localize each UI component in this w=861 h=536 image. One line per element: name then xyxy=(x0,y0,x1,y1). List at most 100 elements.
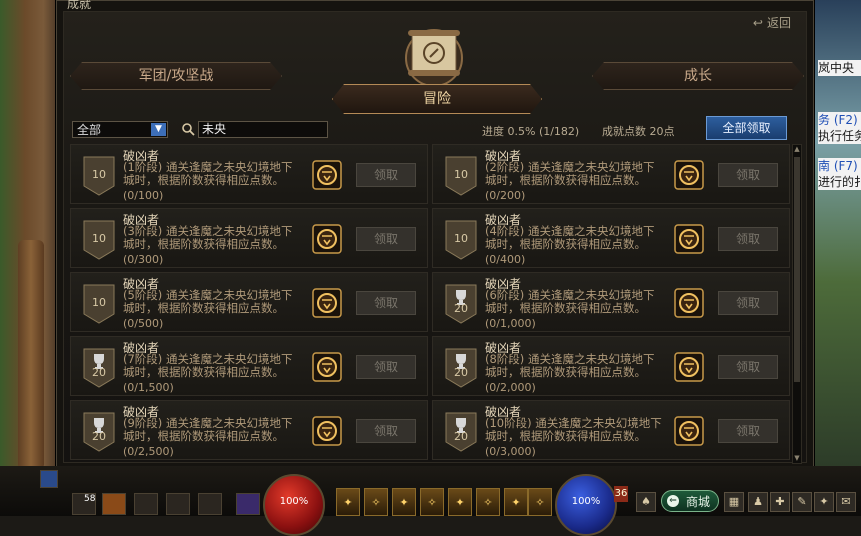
achievement-desc: (5阶段) 通关逢魔之未央幻境地下城时，根据阶数获得相应点数。 xyxy=(123,288,293,315)
side-panel-text[interactable]: 岚中央 xyxy=(818,60,861,76)
badge-points: 20 xyxy=(454,366,468,379)
skill-slot[interactable]: ✧ xyxy=(364,488,388,516)
achievement-desc: (9阶段) 通关逢魔之未央幻境地下城时，根据阶数获得相应点数。 xyxy=(123,416,293,443)
shop-button[interactable]: ⇐ 商城 xyxy=(661,490,719,512)
badge-points: 10 xyxy=(92,168,106,181)
reward-emblem-icon[interactable] xyxy=(674,352,704,382)
reward-emblem-icon[interactable] xyxy=(674,224,704,254)
side-panel-text[interactable]: 务 (F2) xyxy=(818,112,861,128)
level-badge: 36 xyxy=(614,486,628,502)
achievement-desc: (8阶段) 通关逢魔之未央幻境地下城时，根据阶数获得相应点数。 xyxy=(485,352,655,379)
mp-orb: 100% xyxy=(555,474,617,536)
skill-slot[interactable]: ✦ xyxy=(392,488,416,516)
item-slot[interactable] xyxy=(198,493,222,515)
claim-button[interactable]: 领取 xyxy=(718,419,778,443)
grid-menu-icon[interactable]: ▦ xyxy=(724,492,744,512)
hp-text: 100% xyxy=(279,496,309,507)
achievement-desc: (7阶段) 通关逢魔之未央幻境地下城时，根据阶数获得相应点数。 xyxy=(123,352,293,379)
achievement-count: (0/2,500) xyxy=(123,445,174,458)
achievement-count: (0/200) xyxy=(485,189,526,202)
item-slot[interactable] xyxy=(134,493,158,515)
achievement-list: 10 破凶者 (1阶段) 通关逢魔之未央幻境地下城时，根据阶数获得相应点数。 (0/1… xyxy=(70,144,790,464)
achievement-count: (0/300) xyxy=(123,253,164,266)
claim-button[interactable]: 领取 xyxy=(356,419,416,443)
claim-button[interactable]: 领取 xyxy=(356,291,416,315)
achievement-count: (0/3,000) xyxy=(485,445,536,458)
skill-book-icon[interactable]: ✎ xyxy=(792,492,812,512)
scroll-emblem-icon xyxy=(405,29,463,87)
badge-points: 10 xyxy=(454,168,468,181)
skill-slot[interactable]: ✦ xyxy=(336,488,360,516)
side-panel-text[interactable]: 执行任务 xyxy=(818,128,861,144)
progress-text: 进度 0.5% (1/182) xyxy=(482,125,580,138)
side-panel-text[interactable]: 进行的扌 xyxy=(818,174,861,190)
bag-icon[interactable]: ✚ xyxy=(770,492,790,512)
skill-slot[interactable]: ✦ xyxy=(448,488,472,516)
achievement-desc: (3阶段) 通关逢魔之未央幻境地下城时，根据阶数获得相应点数。 xyxy=(123,224,293,251)
item-slot[interactable] xyxy=(236,493,260,515)
achievement-card: 10 破凶者 (2阶段) 通关逢魔之未央幻境地下城时，根据阶数获得相应点数。 (0/2… xyxy=(432,144,790,204)
skill-slot[interactable]: ✦ xyxy=(504,488,528,516)
shop-icon: ⇐ xyxy=(667,495,679,507)
list-scrollbar[interactable]: ▲ ▼ xyxy=(792,144,802,464)
reward-emblem-icon[interactable] xyxy=(312,224,342,254)
achievement-count: (0/2,000) xyxy=(485,381,536,394)
achievement-desc: (10阶段) 通关逢魔之未央幻境地下城时，根据阶数获得相应点数。 xyxy=(485,416,662,443)
settings-icon[interactable]: ✦ xyxy=(814,492,834,512)
tab-adventure[interactable]: 冒险 xyxy=(332,84,542,114)
achievement-card: 20 破凶者 (6阶段) 通关逢魔之未央幻境地下城时，根据阶数获得相应点数。 (0/1… xyxy=(432,272,790,332)
menu-icon[interactable]: ♠ xyxy=(636,492,656,512)
scroll-down-icon[interactable]: ▼ xyxy=(793,454,801,463)
achievement-points: 成就点数 20点 xyxy=(602,125,675,138)
achievement-card: 10 破凶者 (5阶段) 通关逢魔之未央幻境地下城时，根据阶数获得相应点数。 (0/5… xyxy=(70,272,428,332)
claim-button[interactable]: 领取 xyxy=(718,291,778,315)
item-slot[interactable] xyxy=(102,493,126,515)
achievement-card: 10 破凶者 (1阶段) 通关逢魔之未央幻境地下城时，根据阶数获得相应点数。 (0/1… xyxy=(70,144,428,204)
back-button[interactable]: ↩ 返回 xyxy=(753,14,791,31)
claim-button[interactable]: 领取 xyxy=(356,163,416,187)
achievement-count: (0/400) xyxy=(485,253,526,266)
achievement-count: (0/100) xyxy=(123,189,164,202)
reward-emblem-icon[interactable] xyxy=(312,416,342,446)
reward-emblem-icon[interactable] xyxy=(312,288,342,318)
achievement-desc: (6阶段) 通关逢魔之未央幻境地下城时，根据阶数获得相应点数。 xyxy=(485,288,655,315)
tab-growth[interactable]: 成长 xyxy=(592,62,804,90)
claim-button[interactable]: 领取 xyxy=(718,163,778,187)
achievement-desc: (2阶段) 通关逢魔之未央幻境地下城时，根据阶数获得相应点数。 xyxy=(485,160,655,187)
search-icon xyxy=(182,123,195,136)
reward-emblem-icon[interactable] xyxy=(312,160,342,190)
skill-slot[interactable]: ✧ xyxy=(476,488,500,516)
chevron-down-icon: ▼ xyxy=(151,123,166,136)
claim-button[interactable]: 领取 xyxy=(356,355,416,379)
reward-emblem-icon[interactable] xyxy=(674,288,704,318)
scroll-up-icon[interactable]: ▲ xyxy=(793,145,801,154)
search-input[interactable] xyxy=(198,121,328,138)
claim-all-button[interactable]: 全部领取 xyxy=(706,116,787,140)
achievement-count: (0/1,000) xyxy=(485,317,536,330)
category-dropdown[interactable]: 全部 ▼ xyxy=(72,121,168,138)
claim-button[interactable]: 领取 xyxy=(718,227,778,251)
back-label: 返回 xyxy=(766,16,791,30)
bottom-hud: 58 100% ✦ ✧ ✦ ✧ ✦ ✧ ✦ ✧ 100% 36 ♠ ⇐ 商城 ▦ … xyxy=(0,466,861,536)
character-icon[interactable]: ♟ xyxy=(748,492,768,512)
system-icon[interactable]: ✉ xyxy=(836,492,856,512)
reward-emblem-icon[interactable] xyxy=(674,416,704,446)
badge-points: 20 xyxy=(92,430,106,443)
badge-points: 20 xyxy=(454,430,468,443)
badge-points: 10 xyxy=(92,232,106,245)
claim-button[interactable]: 领取 xyxy=(356,227,416,251)
claim-button[interactable]: 领取 xyxy=(718,355,778,379)
achievement-count: (0/1,500) xyxy=(123,381,174,394)
reward-emblem-icon[interactable] xyxy=(674,160,704,190)
badge-points: 20 xyxy=(454,302,468,315)
achievement-desc: (1阶段) 通关逢魔之未央幻境地下城时，根据阶数获得相应点数。 xyxy=(123,160,293,187)
shop-label: 商城 xyxy=(686,495,711,509)
reward-emblem-icon[interactable] xyxy=(312,352,342,382)
side-panel-text[interactable]: 南 (F7) xyxy=(818,158,861,174)
item-slot[interactable] xyxy=(166,493,190,515)
tab-legion[interactable]: 军团/攻坚战 xyxy=(70,62,282,90)
scroll-thumb[interactable] xyxy=(794,157,800,382)
skill-slot[interactable]: ✧ xyxy=(528,488,552,516)
back-arrow-icon: ↩ xyxy=(752,15,763,30)
skill-slot[interactable]: ✧ xyxy=(420,488,444,516)
